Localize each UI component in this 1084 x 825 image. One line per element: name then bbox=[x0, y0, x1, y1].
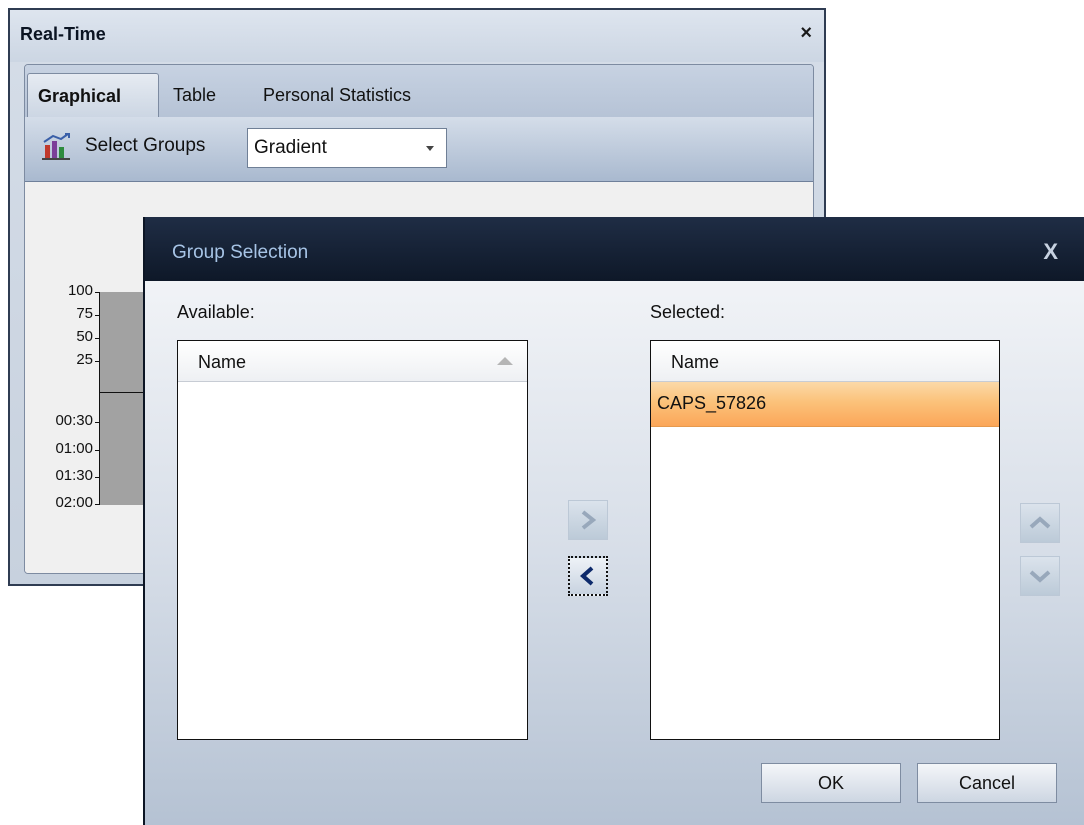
selected-list[interactable]: Name CAPS_57826 bbox=[650, 340, 1000, 740]
select-groups-button[interactable]: Select Groups bbox=[85, 135, 205, 157]
group-selection-dialog: Group Selection X Available: Name Select… bbox=[145, 217, 1084, 825]
column-header-label: Name bbox=[198, 352, 247, 372]
bar-chart-icon[interactable] bbox=[41, 133, 71, 161]
move-right-button[interactable] bbox=[568, 500, 608, 540]
tick-label: 01:00 bbox=[55, 440, 93, 457]
close-icon[interactable]: × bbox=[800, 22, 812, 45]
dialog-title-bar[interactable]: Group Selection X bbox=[145, 217, 1084, 281]
tick-label: 100 bbox=[67, 282, 93, 299]
tick-label: 01:30 bbox=[55, 467, 93, 484]
chevron-down-icon bbox=[1029, 570, 1051, 583]
list-item[interactable]: CAPS_57826 bbox=[651, 382, 999, 427]
realtime-title: Real-Time bbox=[20, 24, 106, 44]
tab-table[interactable]: Table bbox=[173, 73, 216, 117]
chevron-down-icon bbox=[426, 146, 434, 151]
tick-label: 75 bbox=[76, 305, 93, 322]
move-left-button[interactable] bbox=[568, 556, 608, 596]
move-up-button[interactable] bbox=[1020, 503, 1060, 543]
realtime-title-bar[interactable]: Real-Time × bbox=[10, 10, 824, 62]
tick-label: 00:30 bbox=[55, 412, 93, 429]
realtime-toolbar: Select Groups Gradient bbox=[25, 117, 813, 182]
tick-label: 50 bbox=[76, 328, 93, 345]
tab-strip: Graphical Table Personal Statistics bbox=[25, 65, 813, 118]
chevron-up-icon bbox=[1029, 516, 1051, 529]
dialog-title: Group Selection bbox=[172, 242, 309, 263]
chevron-right-icon bbox=[581, 510, 597, 530]
display-mode-dropdown[interactable]: Gradient bbox=[247, 128, 447, 168]
selected-label: Selected: bbox=[650, 302, 726, 322]
chevron-left-icon bbox=[579, 566, 594, 586]
column-header-label: Name bbox=[671, 352, 720, 372]
display-mode-value: Gradient bbox=[254, 137, 327, 158]
selected-name-column-header[interactable]: Name bbox=[651, 341, 999, 382]
sort-ascending-icon bbox=[497, 357, 513, 365]
tab-graphical[interactable]: Graphical bbox=[27, 73, 159, 117]
tab-personal-statistics[interactable]: Personal Statistics bbox=[263, 73, 411, 117]
ok-button[interactable]: OK bbox=[761, 763, 901, 803]
tick-label: 25 bbox=[76, 351, 93, 368]
available-name-column-header[interactable]: Name bbox=[178, 341, 527, 382]
close-icon[interactable]: X bbox=[1043, 239, 1058, 265]
move-down-button[interactable] bbox=[1020, 556, 1060, 596]
available-list[interactable]: Name bbox=[177, 340, 528, 740]
tick-label: 02:00 bbox=[55, 494, 93, 511]
cancel-button[interactable]: Cancel bbox=[917, 763, 1057, 803]
list-item-label: CAPS_57826 bbox=[657, 393, 767, 413]
available-label: Available: bbox=[177, 302, 255, 322]
